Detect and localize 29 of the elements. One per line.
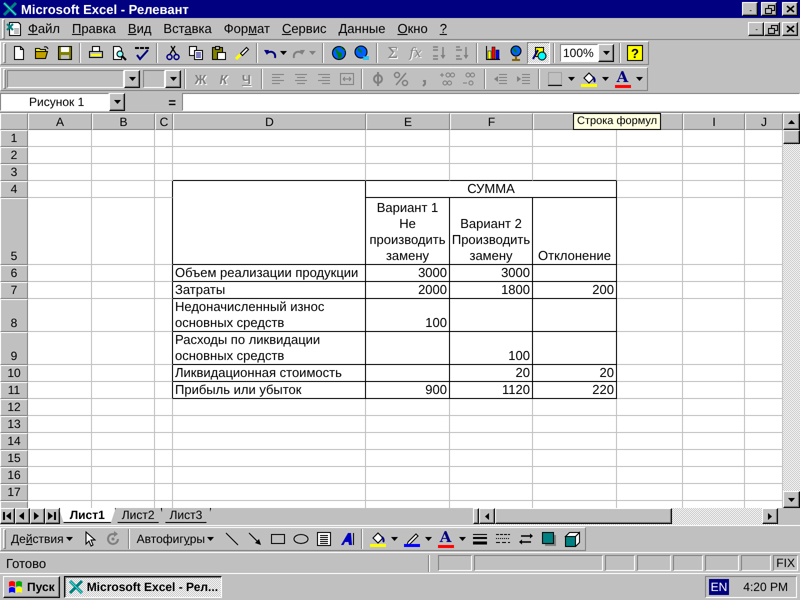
- table-header-cell: СУММА: [366, 181, 617, 198]
- status-text: Готово: [5, 556, 48, 570]
- table-cell: 20: [450, 365, 533, 382]
- table-cell: Затраты: [173, 282, 366, 299]
- table-cell: 3000: [366, 265, 450, 282]
- clock: 4:20 PM: [743, 580, 788, 594]
- table-cell: 1120: [450, 382, 533, 399]
- taskbar-label: Microsoft Excel - Рел...: [86, 580, 218, 594]
- window-title: Microsoft Excel - Релевант: [21, 2, 189, 16]
- status-indicator: FIX: [773, 555, 798, 571]
- table-cell: Ликвидационная стоимость: [173, 365, 366, 382]
- table-header-cell: Отклонение: [533, 198, 617, 265]
- table-cell: Недоначисленный износ основных средств: [173, 299, 366, 332]
- tooltip: Строка формул: [573, 113, 662, 130]
- start-label: Пуск: [27, 580, 55, 594]
- table-header-cell: Вариант 2 Производить замену: [450, 198, 533, 265]
- table-cell: Объем реализации продукции: [173, 265, 366, 282]
- table-cell: Расходы по ликвидации основных средств: [173, 332, 366, 365]
- table-cell: 100: [450, 332, 533, 365]
- table-cell: 100: [366, 299, 450, 332]
- table-cell: Прибыль или убыток: [173, 382, 366, 399]
- table-cell: 900: [366, 382, 450, 399]
- table-header-cell: Вариант 1 Не производить замену: [366, 198, 450, 265]
- table-cell: 220: [533, 382, 617, 399]
- table-cell: 1800: [450, 282, 533, 299]
- table-cell: 3000: [450, 265, 533, 282]
- table-cell: 2000: [366, 282, 450, 299]
- table-cell: 20: [533, 365, 617, 382]
- table-cell: 200: [533, 282, 617, 299]
